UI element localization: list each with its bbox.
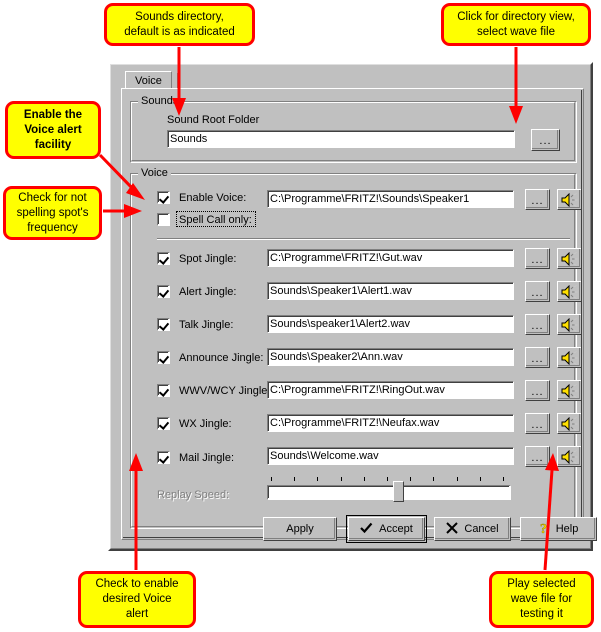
callout-text: Enable the Voice alert facility	[23, 108, 83, 151]
callout-text: Check to enable desired Voice alert	[95, 578, 179, 620]
callout-text: Play selected wave file for testing it	[507, 578, 576, 620]
callout-spell-call: Check for not spelling spot's frequency	[3, 186, 102, 240]
callout-sounds-directory: Sounds directory, default is as indicated	[104, 3, 255, 46]
callout-text: Sounds directory, default is as indicated	[124, 10, 235, 38]
callout-play-wave: Play selected wave file for testing it	[489, 571, 594, 628]
callout-text: Click for directory view, select wave fil…	[457, 10, 575, 38]
callout-text: Check for not spelling spot's frequency	[16, 191, 89, 234]
callout-enable-jingle: Check to enable desired Voice alert	[78, 571, 196, 628]
callout-directory-view: Click for directory view, select wave fil…	[441, 3, 591, 46]
annotation-arrows	[98, 47, 559, 571]
callout-enable-voice: Enable the Voice alert facility	[5, 101, 101, 159]
